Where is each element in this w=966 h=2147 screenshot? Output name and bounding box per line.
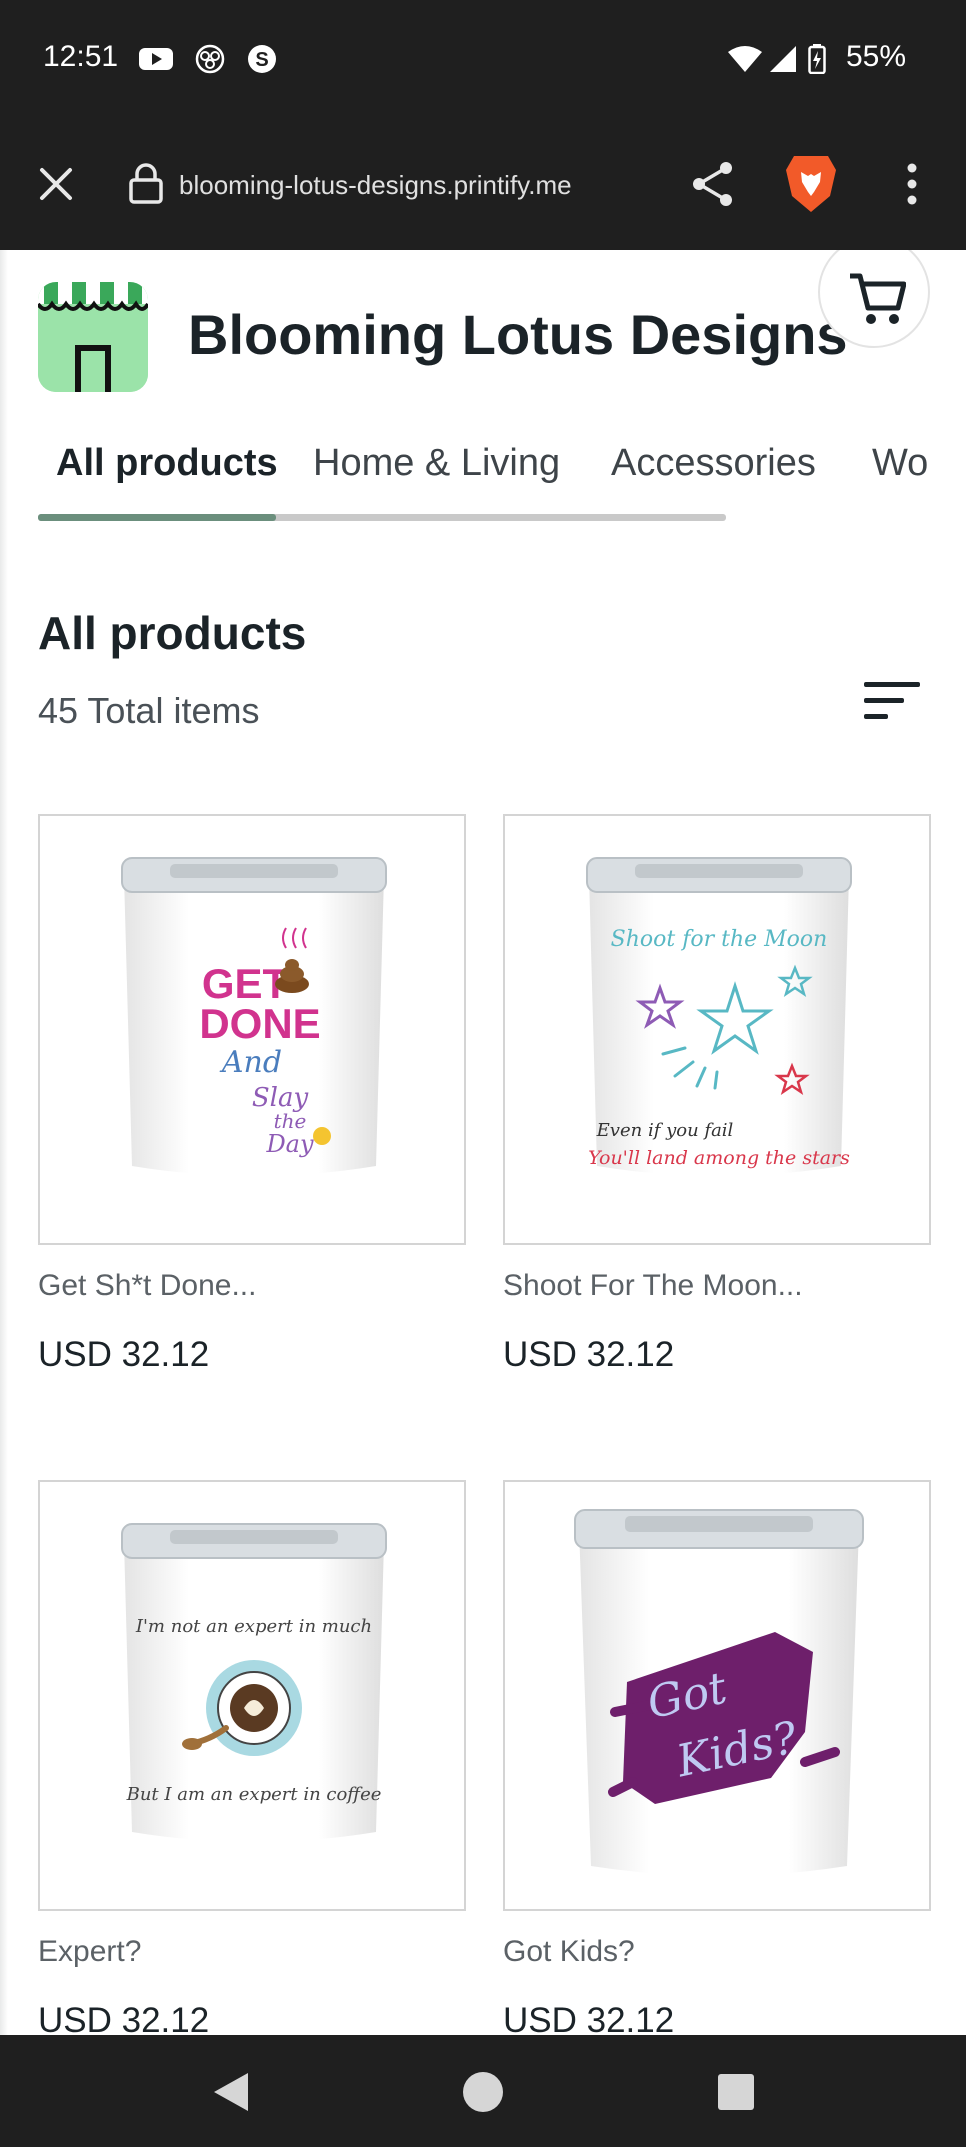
storefront-icon bbox=[38, 282, 148, 392]
product-name[interactable]: Shoot For The Moon... bbox=[503, 1269, 803, 1303]
category-tabs: All products Home & Living Accessories W… bbox=[38, 442, 928, 522]
home-icon[interactable] bbox=[462, 2071, 504, 2113]
more-vert-icon[interactable] bbox=[904, 162, 920, 206]
tab-all-products[interactable]: All products bbox=[56, 442, 278, 485]
recents-icon[interactable] bbox=[717, 2073, 755, 2111]
edge-shadow bbox=[0, 250, 8, 2035]
sort-icon[interactable] bbox=[862, 676, 922, 726]
product-name[interactable]: Get Sh*t Done... bbox=[38, 1269, 256, 1303]
wifi-icon bbox=[728, 46, 762, 72]
url-bar[interactable]: blooming-lotus-designs.printify.me bbox=[179, 170, 572, 201]
design-text-expert-bottom: But I am an expert in coffee bbox=[126, 1784, 382, 1805]
product-price: USD 32.12 bbox=[38, 2001, 210, 2035]
product-image[interactable]: Got Kids? bbox=[503, 1480, 931, 1911]
design-text-expert-top: I'm not an expert in much bbox=[135, 1616, 372, 1637]
product-price: USD 32.12 bbox=[503, 2001, 675, 2035]
app-icon bbox=[195, 44, 225, 74]
product-image[interactable]: Shoot for the Moon Even if you fail You'… bbox=[503, 814, 931, 1245]
product-price: USD 32.12 bbox=[38, 1335, 210, 1374]
status-bar: 12:51 S 55% bbox=[0, 0, 966, 118]
product-name[interactable]: Expert? bbox=[38, 1935, 141, 1969]
close-icon[interactable] bbox=[38, 166, 74, 202]
back-icon[interactable] bbox=[212, 2071, 250, 2113]
battery-percent: 55% bbox=[845, 40, 906, 73]
cart-icon bbox=[850, 273, 906, 324]
design-text-and: And bbox=[219, 1045, 282, 1080]
lock-icon bbox=[129, 163, 163, 204]
total-items: 45 Total items bbox=[38, 690, 260, 731]
section-title: All products bbox=[38, 607, 307, 659]
design-text-even: Even if you fail bbox=[596, 1120, 734, 1141]
product-price: USD 32.12 bbox=[503, 1335, 675, 1374]
tab-active-indicator bbox=[38, 514, 276, 521]
share-icon[interactable] bbox=[690, 160, 736, 208]
tumbler-image: I'm not an expert in much But I am an ex… bbox=[121, 1523, 387, 1842]
product-image[interactable]: GET DONE And Slay the Day bbox=[38, 814, 466, 1245]
tab-home-living[interactable]: Home & Living bbox=[313, 442, 560, 485]
store-page: Blooming Lotus Designs All products Home… bbox=[0, 250, 966, 2035]
signal-icon bbox=[770, 46, 796, 72]
brave-lion-icon[interactable] bbox=[784, 152, 838, 214]
product-name[interactable]: Got Kids? bbox=[503, 1935, 635, 1969]
design-text-done: DONE bbox=[199, 1000, 320, 1047]
design-text-shoot: Shoot for the Moon bbox=[611, 927, 828, 952]
svg-text:S: S bbox=[255, 49, 268, 71]
tumbler-image: Shoot for the Moon Even if you fail You'… bbox=[586, 857, 852, 1176]
status-time: 12:51 bbox=[43, 40, 119, 73]
tumbler-image: GET DONE And Slay the Day bbox=[121, 857, 387, 1176]
tumbler-image: Got Kids? bbox=[574, 1509, 864, 1876]
threads-icon: S bbox=[248, 45, 276, 73]
system-nav-bar bbox=[0, 2035, 966, 2147]
battery-icon bbox=[808, 44, 826, 74]
store-title: Blooming Lotus Designs bbox=[188, 303, 848, 366]
design-text-stars: You'll land among the stars bbox=[588, 1147, 850, 1169]
product-image[interactable]: I'm not an expert in much But I am an ex… bbox=[38, 1480, 466, 1911]
youtube-icon bbox=[139, 48, 173, 70]
tab-accessories[interactable]: Accessories bbox=[611, 442, 816, 485]
design-text-day: Day bbox=[265, 1130, 314, 1158]
tab-women[interactable]: Wo bbox=[872, 442, 928, 485]
browser-toolbar: blooming-lotus-designs.printify.me bbox=[0, 118, 966, 250]
store-logo[interactable] bbox=[38, 282, 148, 392]
